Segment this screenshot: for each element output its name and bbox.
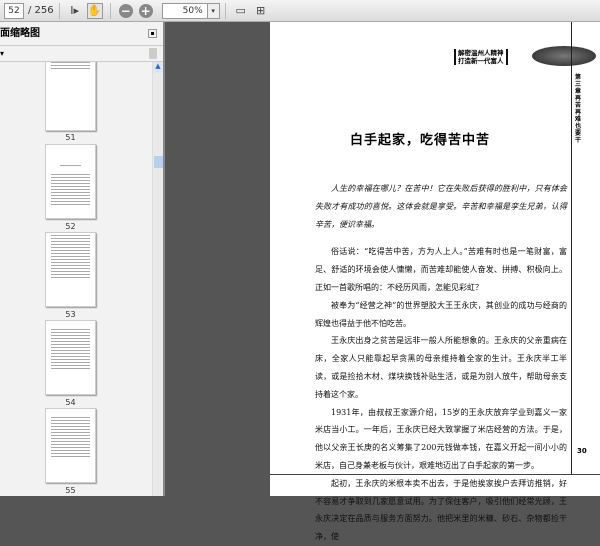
page-total: / 256 xyxy=(28,5,54,16)
header-line: 解密温州人精神 xyxy=(458,49,504,57)
thumbnail-label: 51 xyxy=(65,133,76,142)
bottom-rule xyxy=(270,474,600,475)
thumbnail-label: 55 xyxy=(65,486,76,495)
zoom-level-input[interactable]: 50% xyxy=(161,2,208,19)
fit-page-icon[interactable]: ▭ xyxy=(233,3,249,19)
page-number-input[interactable]: 52 xyxy=(4,2,24,19)
zoom-dropdown-button[interactable]: ▾ xyxy=(207,2,220,19)
running-header: 解密温州人精神 打造新一代富人 xyxy=(454,49,508,65)
thumbnail-label: 52 xyxy=(65,222,76,231)
divider xyxy=(58,2,60,19)
plus-icon: + xyxy=(138,3,153,18)
close-panel-button[interactable]: ▪ xyxy=(148,29,157,38)
hand-icon[interactable]: ✋ xyxy=(86,2,103,19)
divider xyxy=(109,2,111,19)
options-row: ▾ xyxy=(0,46,163,62)
intro-paragraph: 人生的幸福在哪儿？在苦中！它在失败后获得的胜利中，只有体会失败才有成功的喜悦。这… xyxy=(315,184,567,229)
options-dropdown[interactable]: ▾ xyxy=(0,49,4,58)
scrollbar-thumb[interactable] xyxy=(154,156,163,168)
panel-title: 页面缩略图 xyxy=(0,28,40,39)
header-line: 打造新一代富人 xyxy=(458,57,504,65)
thumbnail-label: 54 xyxy=(65,398,76,407)
panel-header: 页面缩略图 ▪ xyxy=(0,22,163,46)
margin-rule xyxy=(571,22,572,474)
thumbnail-page-54[interactable] xyxy=(45,320,96,395)
scroll-up-arrow-icon[interactable]: ▲ xyxy=(153,62,163,73)
select-cursor-icon[interactable]: I▸ xyxy=(67,3,83,19)
decorative-logo-icon xyxy=(532,46,596,66)
thumbnail-page-52[interactable] xyxy=(45,144,96,219)
document-page: 解密温州人精神 打造新一代富人 第三章 再苦再难也要干 白手起家，吃得苦中苦 人… xyxy=(270,22,600,541)
paragraph: 俗话说：“吃得苦中苦，方为人上人。”苦难有时也是一笔财富，富足、舒适的环境会使人… xyxy=(315,247,567,292)
divider xyxy=(224,2,226,19)
thumbnail-page-53[interactable] xyxy=(45,232,96,307)
section-title: 白手起家，吃得苦中苦 xyxy=(349,133,490,148)
thumbnail-label: 53 xyxy=(65,310,76,319)
paragraph: 被奉为“经营之神”的世界塑胶大王王永庆，其创业的成功与经商的辉煌也得益于他不怕吃… xyxy=(315,300,567,328)
trash-icon[interactable] xyxy=(149,48,157,59)
zoom-out-button[interactable]: − xyxy=(118,3,134,19)
paragraph: 1931年，由叔叔王家源介绍，15岁的王永庆放弃学业到嘉义一家米店当小工。一年后… xyxy=(315,407,567,470)
minus-icon: − xyxy=(118,3,133,18)
thumbnail-scrollbar[interactable]: ▲ xyxy=(152,62,163,496)
page-number: 30 xyxy=(577,447,587,455)
zoom-in-button[interactable]: + xyxy=(138,3,154,19)
chapter-side-title: 第三章 再苦再难也要干 xyxy=(575,74,582,144)
toolbar: 52 / 256 I▸ ✋ − + 50% ▾ ▭ ⊞ xyxy=(0,0,600,22)
paragraph: 起初，王永庆的米根本卖不出去，于是他挨家挨户去拜访推销，好不容易才争取到几家愿意… xyxy=(315,478,567,542)
thumbnail-page-51[interactable] xyxy=(45,62,96,131)
body-text: 人生的幸福在哪儿？在苦中！它在失败后获得的胜利中，只有体会失败才有成功的喜悦。这… xyxy=(315,180,567,546)
fit-width-icon[interactable]: ⊞ xyxy=(253,3,269,19)
thumbnail-list: 51 52 53 54 55 xyxy=(0,62,152,496)
paragraph: 王永庆出身之贫苦是远非一般人所能想象的。王永庆的父亲重病在床，全家人只能靠起早贪… xyxy=(315,336,567,399)
thumbnails-panel: 页面缩略图 ▪ ▾ 51 52 53 54 55 ▲ xyxy=(0,22,165,496)
thumbnail-page-55[interactable] xyxy=(45,408,96,483)
